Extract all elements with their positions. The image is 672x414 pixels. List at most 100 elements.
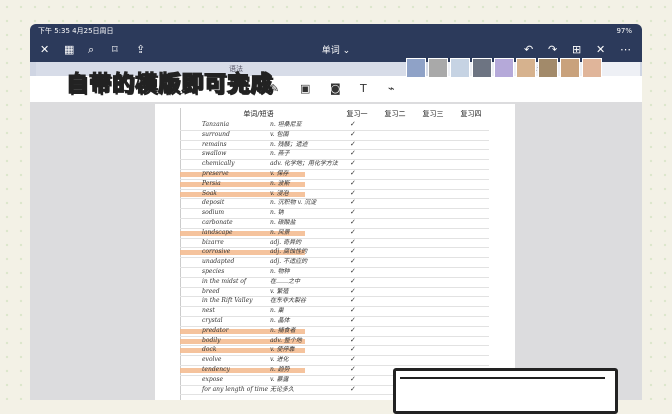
row-meaning: n. 巢 — [270, 307, 284, 315]
add-page-icon[interactable]: ⊞ — [572, 42, 581, 58]
review1-check: ✓ — [350, 198, 356, 207]
review1-check: ✓ — [350, 218, 356, 226]
row-word: in the Rift Valley — [202, 297, 253, 305]
row-word: remains — [202, 140, 227, 148]
review1-check: ✓ — [350, 365, 356, 373]
thumbnail[interactable] — [516, 58, 536, 78]
frame-inner-line — [400, 377, 605, 409]
review1-check: ✓ — [350, 178, 356, 187]
row-meaning: n. 风景 — [270, 228, 290, 236]
more-icon[interactable]: ⋯ — [620, 42, 631, 58]
row-word: deposit — [202, 199, 225, 207]
row-word: evolve — [202, 356, 222, 364]
text-icon[interactable]: T — [360, 82, 367, 95]
row-meaning: n. 燕子 — [270, 150, 290, 158]
row-meaning: 在东非大裂谷 — [270, 297, 307, 305]
thumbnail[interactable] — [406, 58, 426, 78]
row-meaning: 在……之中 — [270, 277, 301, 285]
row-meaning: v. 浸泡 — [270, 189, 289, 197]
review1-check: ✓ — [350, 159, 356, 168]
review1-check: ✓ — [350, 276, 356, 285]
review1-check: ✓ — [350, 267, 356, 275]
status-time: 下午 5:35 4月25日周日 — [38, 27, 114, 35]
row-word: in the midst of — [202, 277, 247, 285]
review1-check: ✓ — [350, 355, 356, 364]
row-word: for any length of time — [202, 385, 269, 393]
thumbnail[interactable] — [538, 58, 558, 78]
row-word: dock — [202, 346, 217, 354]
thumbnail[interactable] — [582, 58, 602, 78]
row-meaning: v. 使停靠 — [270, 346, 295, 354]
row-meaning: adj. 奇异的 — [270, 238, 302, 246]
row-word: surround — [202, 130, 230, 138]
row-word: species — [202, 268, 225, 275]
sticker-thumbnails — [406, 58, 606, 80]
review1-check: ✓ — [350, 247, 356, 256]
status-battery: 97% — [616, 27, 632, 35]
row-word: crystal — [202, 317, 223, 324]
row-meaning: n. 晶体 — [270, 317, 290, 324]
row-meaning: v. 暴露 — [270, 375, 289, 383]
row-word: bizarre — [202, 238, 224, 246]
review1-check: ✓ — [350, 120, 356, 128]
review1-check: ✓ — [350, 306, 356, 315]
col-header-word: 单词/短语 — [243, 110, 274, 118]
row-word: Tanzania — [202, 121, 230, 128]
row-word: nest — [202, 307, 215, 315]
col-header-review4: 复习四 — [460, 110, 482, 118]
row-word: breed — [202, 287, 220, 295]
lasso-icon[interactable]: ⌁ — [388, 82, 395, 95]
review1-check: ✓ — [350, 325, 356, 334]
row-word: sodium — [202, 209, 225, 217]
row-meaning: v. 保存 — [270, 170, 289, 177]
row-word: corrosive — [202, 248, 231, 256]
row-meaning: adv. 化学地；用化学方法 — [270, 160, 338, 168]
row-meaning: v. 繁殖 — [270, 287, 289, 295]
row-meaning: n. 波斯 — [270, 179, 290, 187]
row-meaning: adv. 整个地 — [270, 336, 302, 344]
row-meaning: v. 进化 — [270, 356, 289, 364]
row-meaning: adj. 不适应的 — [270, 258, 308, 266]
thumbnail[interactable] — [560, 58, 580, 78]
review1-check: ✓ — [350, 374, 356, 383]
undo-icon[interactable]: ↶ — [524, 42, 533, 58]
overlay-caption: 自带的模版即可完成 — [65, 72, 274, 98]
review1-check: ✓ — [350, 139, 356, 148]
redo-icon[interactable]: ↷ — [548, 42, 557, 58]
row-meaning: n. 碳酸盐 — [270, 219, 296, 226]
col-header-review1: 复习一 — [346, 110, 368, 118]
row-word: preserve — [202, 170, 229, 177]
row-word: Soak — [202, 189, 217, 197]
thumbnail[interactable] — [450, 58, 470, 78]
row-word: landscape — [202, 228, 233, 236]
row-meaning: n. 捕食者 — [270, 326, 296, 334]
review1-check: ✓ — [350, 335, 356, 344]
close-doc-icon[interactable]: ✕ — [596, 42, 605, 58]
camera-icon[interactable]: ◙ — [330, 82, 341, 95]
col-header-review3: 复习三 — [422, 110, 444, 118]
row-word: carbonate — [202, 219, 233, 226]
review1-check: ✓ — [350, 316, 356, 324]
row-meaning: n. 钠 — [270, 209, 284, 217]
row-word: unadapted — [202, 258, 235, 266]
review1-check: ✓ — [350, 188, 356, 197]
status-bar: 下午 5:35 4月25日周日 97% — [30, 24, 642, 38]
review1-check: ✓ — [350, 345, 356, 354]
review1-check: ✓ — [350, 149, 356, 158]
image-icon[interactable]: ▣ — [300, 82, 310, 95]
thumbnail[interactable] — [472, 58, 492, 78]
row-word: predator — [202, 326, 229, 334]
row-meaning: n. 坦桑尼亚 — [270, 121, 302, 128]
thumbnail[interactable] — [428, 58, 448, 78]
row-meaning: n. 物种 — [270, 268, 290, 275]
review1-check: ✓ — [350, 384, 356, 393]
review1-check: ✓ — [350, 237, 356, 246]
row-word: swallow — [202, 150, 227, 158]
thumbnail[interactable] — [494, 58, 514, 78]
row-word: expose — [202, 375, 224, 383]
row-meaning: n. 残骸；遗迹 — [270, 140, 308, 148]
review1-check: ✓ — [350, 169, 356, 177]
row-meaning: v. 包围 — [270, 130, 289, 138]
row-word: Persia — [202, 179, 221, 187]
review1-check: ✓ — [350, 257, 356, 266]
